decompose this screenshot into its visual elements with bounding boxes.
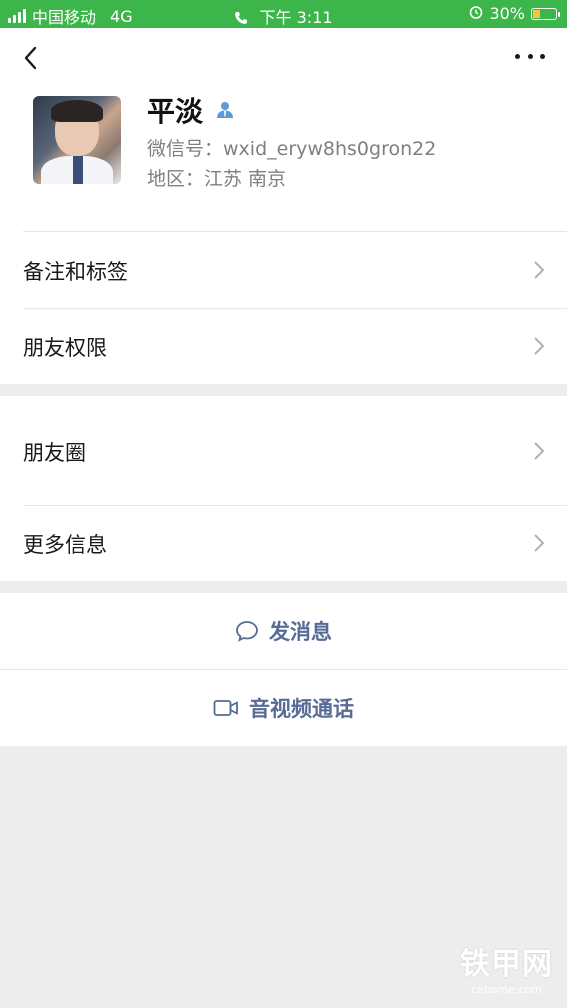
avatar[interactable] (33, 96, 121, 184)
phone-icon (234, 8, 259, 27)
video-call-label: 音视频通话 (249, 697, 354, 721)
info-group: 朋友圈 更多信息 (0, 396, 567, 581)
watermark-logo: 铁甲网 (460, 947, 553, 982)
friend-permissions-row[interactable]: 朋友权限 (0, 308, 567, 384)
more-button[interactable] (515, 46, 545, 66)
contact-person-icon (215, 100, 235, 124)
video-call-button[interactable]: 音视频通话 (0, 670, 567, 746)
chevron-right-icon (534, 337, 545, 355)
back-button[interactable] (18, 44, 46, 72)
profile-card: 平淡 微信号：wxid_eryw8hs0gron22 地区：江苏 南京 (0, 28, 567, 231)
actions-group: 发消息 音视频通话 (0, 593, 567, 746)
wechat-id: 微信号：wxid_eryw8hs0gron22 (147, 138, 437, 160)
settings-group: 备注和标签 朋友权限 (0, 231, 567, 384)
chevron-right-icon (534, 534, 545, 552)
remarks-tags-row[interactable]: 备注和标签 (0, 231, 567, 308)
more-info-label: 更多信息 (23, 533, 107, 557)
moments-row[interactable]: 朋友圈 (0, 396, 567, 505)
remarks-tags-label: 备注和标签 (23, 260, 128, 284)
chat-bubble-icon (236, 621, 258, 642)
site-watermark: 铁甲网 cehome.com (460, 939, 553, 996)
alarm-icon (469, 4, 483, 23)
region: 地区：江苏 南京 (147, 168, 287, 190)
status-bar: 中国移动 4G 下午 3:11 30% (0, 0, 567, 28)
status-right: 30% (469, 4, 560, 23)
friend-permissions-label: 朋友权限 (23, 336, 107, 360)
send-message-button[interactable]: 发消息 (0, 593, 567, 669)
name-row: 平淡 (147, 90, 235, 130)
chevron-right-icon (534, 261, 545, 279)
video-camera-icon (213, 700, 238, 716)
more-info-row[interactable]: 更多信息 (0, 505, 567, 581)
chevron-right-icon (534, 442, 545, 460)
back-arrow-icon (24, 46, 37, 70)
moments-label: 朋友圈 (23, 441, 86, 465)
send-message-label: 发消息 (269, 620, 332, 644)
battery-icon (531, 7, 560, 20)
contact-name: 平淡 (147, 95, 204, 128)
status-time: 下午 3:11 (259, 8, 333, 27)
more-dots-icon (515, 53, 520, 59)
watermark-url: cehome.com (471, 983, 542, 996)
battery-percent: 30% (489, 4, 525, 23)
